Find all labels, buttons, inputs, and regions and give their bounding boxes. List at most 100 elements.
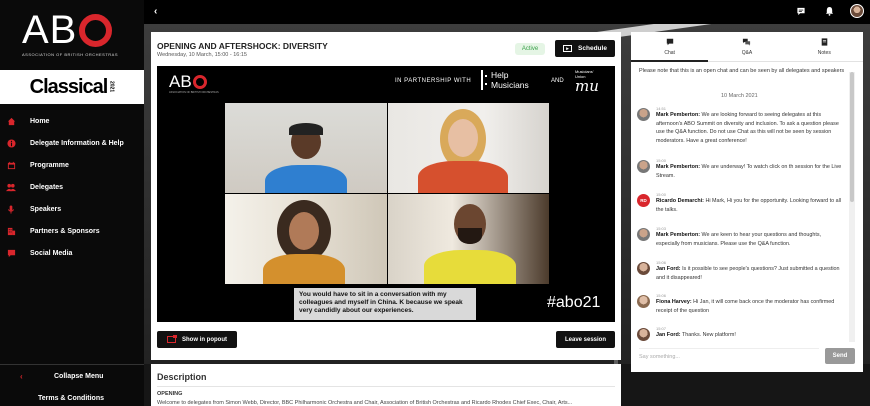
bell-icon[interactable] xyxy=(822,4,836,18)
help-musicians-line1: Help xyxy=(491,70,509,80)
chat-input[interactable]: Say something... xyxy=(639,348,819,364)
sidebar-item-speakers[interactable]: Speakers xyxy=(0,198,144,220)
back-chevron-icon[interactable]: ‹ xyxy=(154,6,157,17)
sidebar-item-label: Home xyxy=(30,117,50,125)
collapse-menu-button[interactable]: ‹ Collapse Menu xyxy=(0,364,144,388)
description-title: Description xyxy=(157,372,207,382)
video-player[interactable]: AB ASSOCIATION OF BRITISH ORCHESTRAS IN … xyxy=(157,66,615,322)
participant-video-tile xyxy=(225,194,387,284)
abo-logo-text: AB xyxy=(22,8,78,52)
sidebar-item-label: Speakers xyxy=(30,205,62,213)
avatar xyxy=(637,108,650,121)
message-author: Mark Pemberton: xyxy=(656,164,701,170)
sidebar-item-label: Partners & Sponsors xyxy=(30,227,100,235)
chevron-left-icon: ‹ xyxy=(20,372,23,381)
notes-icon xyxy=(821,37,828,48)
sidebar-item-delegates[interactable]: Delegates xyxy=(0,176,144,198)
calendar-icon xyxy=(6,160,16,170)
message-author: Jan Ford: xyxy=(656,266,681,272)
participant-video-tile xyxy=(225,103,387,193)
sidebar-item-partners[interactable]: Partners & Sponsors xyxy=(0,220,144,242)
musicians-union-logo: Musicians' Union mu xyxy=(575,69,599,95)
avatar xyxy=(637,262,650,275)
message-text: Is it possible to see people's questions… xyxy=(656,266,840,281)
description-heading: OPENING xyxy=(157,391,183,397)
chat-panel: Chat Q&A Notes Please note that this is … xyxy=(631,32,863,372)
sponsor-logo-year: 2021 xyxy=(108,81,115,93)
tab-label: Notes xyxy=(817,49,831,56)
description-text: Welcome to delegates from Simon Webb, Di… xyxy=(157,400,573,406)
send-button[interactable]: Send xyxy=(825,348,855,364)
tab-label: Chat xyxy=(664,49,675,56)
people-icon xyxy=(6,182,16,192)
abo-logo[interactable]: AB ASSOCIATION OF BRITISH ORCHESTRAS xyxy=(22,10,132,62)
help-musicians-line2: Musicians xyxy=(491,80,529,90)
terms-link[interactable]: Terms & Conditions xyxy=(0,388,144,406)
event-card: OPENING AND AFTERSHOCK: DIVERSITY Wednes… xyxy=(151,32,621,360)
top-bar-icons xyxy=(794,4,864,18)
divider xyxy=(157,386,615,387)
message-author: Fiona Harvey: xyxy=(656,299,692,305)
live-caption: You would have to sit in a conversation … xyxy=(294,288,476,320)
chat-bubble-icon xyxy=(666,38,674,48)
sidebar-item-programme[interactable]: Programme xyxy=(0,154,144,176)
abo-logo-o xyxy=(79,13,113,47)
sponsor-logo[interactable]: Classical 2021 xyxy=(0,70,144,104)
avatar[interactable] xyxy=(850,4,864,18)
sidebar-item-social-media[interactable]: Social Media xyxy=(0,242,144,264)
chat-tabs: Chat Q&A Notes xyxy=(631,32,863,62)
sidebar-footer: ‹ Collapse Menu Terms & Conditions xyxy=(0,364,144,406)
popout-button-label: Show in popout xyxy=(182,336,227,343)
message-text: Thanks. New platform! xyxy=(681,332,736,338)
sidebar-item-label: Delegates xyxy=(30,183,64,191)
schedule-button[interactable]: ▸ Schedule xyxy=(555,40,615,57)
sidebar-item-delegate-info[interactable]: Delegate Information & Help xyxy=(0,132,144,154)
sidebar-item-home[interactable]: Home xyxy=(0,110,144,132)
chat-notice: Please note that this is an open chat an… xyxy=(639,68,845,74)
microphone-icon xyxy=(6,204,16,214)
message-author: Mark Pemberton: xyxy=(656,232,701,238)
leave-session-button[interactable]: Leave session xyxy=(556,331,615,348)
home-icon xyxy=(6,116,16,126)
top-bar: ‹ xyxy=(144,0,870,24)
abo-logo-subtitle: ASSOCIATION OF BRITISH ORCHESTRAS xyxy=(22,52,118,57)
banner-abo-subtitle: ASSOCIATION OF BRITISH ORCHESTRAS xyxy=(169,91,219,94)
banner-abo-logo: AB xyxy=(169,72,207,92)
avatar xyxy=(637,295,650,308)
help-musicians-logo: Help Musicians xyxy=(481,70,529,90)
avatar xyxy=(637,160,650,173)
mu-big: mu xyxy=(575,77,599,95)
sidebar-item-label: Programme xyxy=(30,161,69,169)
event-datetime: Wednesday, 10 March, 15:00 - 16:15 xyxy=(157,52,247,58)
collapse-menu-label: Collapse Menu xyxy=(54,373,104,380)
event-title: OPENING AND AFTERSHOCK: DIVERSITY xyxy=(157,41,328,51)
description-card: Description OPENING Welcome to delegates… xyxy=(151,364,621,406)
tab-qa[interactable]: Q&A xyxy=(708,32,785,61)
qa-icon xyxy=(742,38,751,48)
speech-bubble-icon xyxy=(6,248,16,258)
sidebar: AB ASSOCIATION OF BRITISH ORCHESTRAS Cla… xyxy=(0,0,144,406)
schedule-button-label: Schedule xyxy=(578,45,607,52)
tab-label: Q&A xyxy=(741,49,753,56)
participant-video-tile xyxy=(388,103,549,193)
video-banner: AB ASSOCIATION OF BRITISH ORCHESTRAS IN … xyxy=(157,66,615,98)
chat-scrollbar[interactable] xyxy=(849,72,855,342)
popout-icon xyxy=(167,335,177,343)
sidebar-item-label: Social Media xyxy=(30,249,73,257)
tab-notes[interactable]: Notes xyxy=(786,32,863,61)
sponsor-logo-word: Classical xyxy=(29,75,109,98)
avatar: RD xyxy=(637,194,650,207)
tab-chat[interactable]: Chat xyxy=(631,32,709,62)
event-hashtag: #abo21 xyxy=(547,294,601,311)
message-author: Ricardo Demarchi: xyxy=(656,198,704,204)
status-badge: Active xyxy=(515,43,545,55)
avatar xyxy=(637,228,650,241)
participant-video-tile xyxy=(388,194,549,284)
info-icon xyxy=(6,138,16,148)
message-author: Jan Ford: xyxy=(656,332,681,338)
message-author: Mark Pemberton: xyxy=(656,112,701,118)
sidebar-nav: Home Delegate Information & Help Program… xyxy=(0,110,144,264)
schedule-icon: ▸ xyxy=(563,45,573,52)
chat-icon[interactable] xyxy=(794,4,808,18)
show-in-popout-button[interactable]: Show in popout xyxy=(157,331,237,348)
